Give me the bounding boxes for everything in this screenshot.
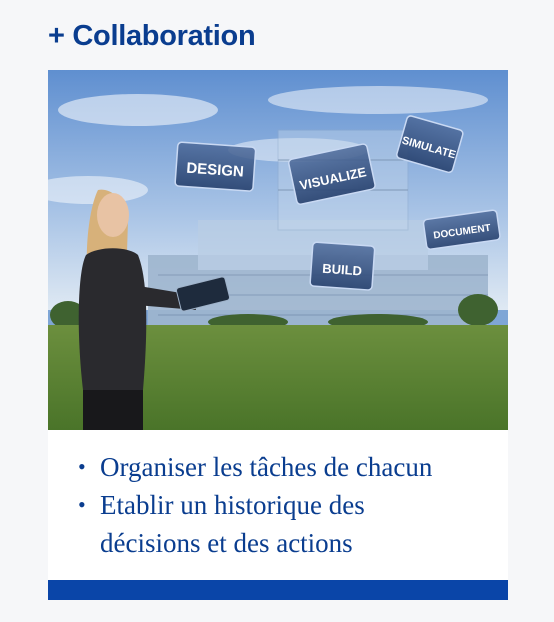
footer-bar bbox=[48, 580, 508, 600]
section-title: + Collaboration bbox=[48, 20, 256, 52]
hero-image: DESIGN VISUALIZE SIMULATE DOCUMENT BUILD bbox=[48, 70, 508, 430]
bullet-dot-icon: • bbox=[78, 454, 86, 479]
bullet-item-continuation: décisions et des actions bbox=[100, 528, 353, 558]
panel-build: BUILD bbox=[309, 241, 376, 291]
bullet-item: • Etablir un historique des bbox=[78, 486, 508, 524]
bullet-card: • Organiser les tâches de chacun • Etablir… bbox=[48, 430, 508, 580]
panel-build-label: BUILD bbox=[322, 261, 363, 279]
bullet-item: • Organiser les tâches de chacun bbox=[78, 448, 508, 486]
bullet-list: • Organiser les tâches de chacun • Etablir… bbox=[48, 430, 508, 562]
bullet-dot-icon: • bbox=[78, 492, 86, 517]
panel-design: DESIGN bbox=[174, 141, 257, 192]
